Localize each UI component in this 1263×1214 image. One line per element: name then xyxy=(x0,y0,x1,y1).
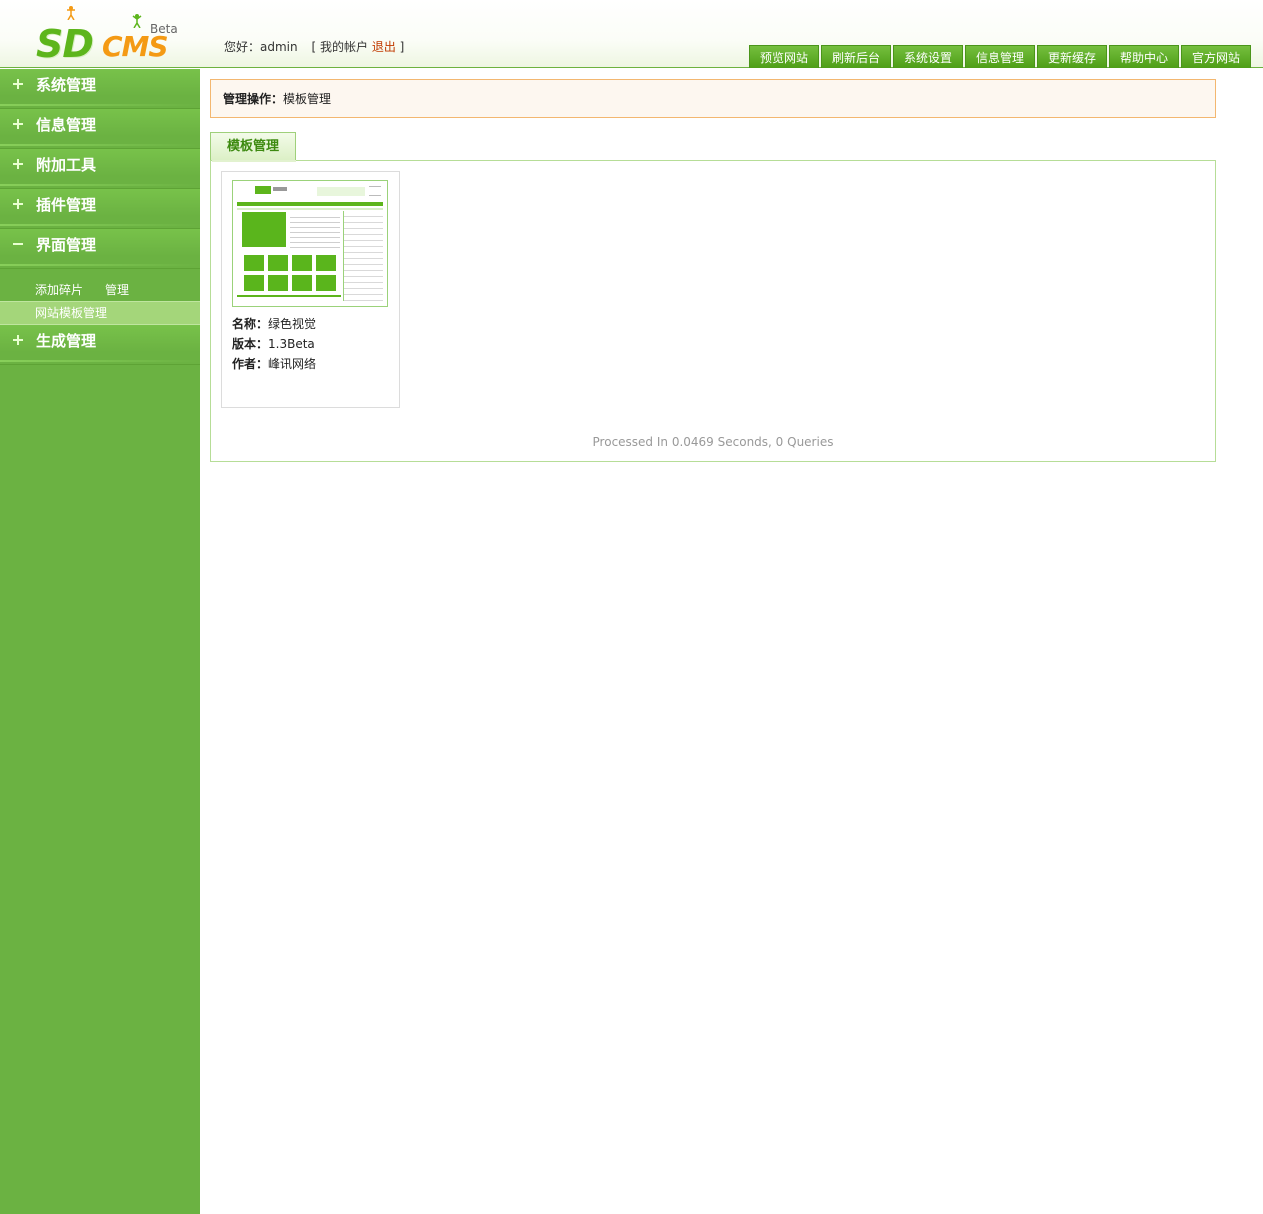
bracket-open: [ xyxy=(311,40,317,54)
plus-icon xyxy=(13,79,23,89)
topnav-help-center[interactable]: 帮助中心 xyxy=(1109,45,1179,68)
sidebar-subrow-fragments: 添加碎片 管理 xyxy=(0,279,200,301)
logo-figure-icon xyxy=(132,14,142,28)
thumbnail-text-lines xyxy=(290,213,340,249)
thumbnail-logo xyxy=(255,186,271,194)
minus-icon xyxy=(13,239,23,249)
sidebar-item-add-fragment[interactable]: 添加碎片 xyxy=(35,283,83,297)
thumbnail-footer xyxy=(237,295,341,297)
sidebar-group-info[interactable]: 信息管理 xyxy=(0,109,200,149)
template-version-row: 版本：1.3Beta xyxy=(232,334,316,354)
topnav-refresh-admin[interactable]: 刷新后台 xyxy=(821,45,891,68)
sidebar-group-interface[interactable]: 界面管理 xyxy=(0,229,200,269)
template-version: 1.3Beta xyxy=(268,337,315,351)
sidebar-group-label: 信息管理 xyxy=(36,116,97,134)
sidebar-item-fragment-manage[interactable]: 管理 xyxy=(105,283,129,297)
header: SD CMS Beta 您好：admin [ 我的帐户 退出 ] 预览网站 刷新… xyxy=(0,0,1263,68)
thumbnail-image-grid xyxy=(244,255,342,291)
thumbnail-logo-text xyxy=(273,187,287,191)
topnav-info-manage[interactable]: 信息管理 xyxy=(965,45,1035,68)
template-info: 名称：绿色视觉 版本：1.3Beta 作者：峰讯网络 xyxy=(232,314,316,374)
tab-template-manage[interactable]: 模板管理 xyxy=(210,132,296,160)
thumbnail-subnav xyxy=(237,208,383,210)
plus-icon xyxy=(13,119,23,129)
sidebar-group-tools[interactable]: 附加工具 xyxy=(0,149,200,189)
operation-bar: 管理操作：模板管理 xyxy=(210,79,1216,118)
sidebar-submenu-interface: 添加碎片 管理 网站模板管理 xyxy=(0,269,200,325)
sidebar-item-site-template-manage[interactable]: 网站模板管理 xyxy=(0,301,200,325)
logo-figure-icon xyxy=(67,6,75,20)
username: admin xyxy=(260,40,298,54)
thumbnail-banner xyxy=(317,187,365,196)
topnav-official-site[interactable]: 官方网站 xyxy=(1181,45,1251,68)
template-author-label: 作者： xyxy=(232,357,269,371)
greeting-label: 您好： xyxy=(224,40,261,54)
plus-icon xyxy=(13,199,23,209)
sidebar-group-label: 生成管理 xyxy=(36,332,97,350)
logo-beta-badge: Beta xyxy=(150,22,178,36)
template-author: 峰讯网络 xyxy=(268,357,317,371)
top-nav: 预览网站 刷新后台 系统设置 信息管理 更新缓存 帮助中心 官方网站 xyxy=(749,45,1251,68)
logo-text-sd: SD xyxy=(36,22,94,66)
topnav-update-cache[interactable]: 更新缓存 xyxy=(1037,45,1107,68)
thumbnail-links xyxy=(369,186,381,196)
thumbnail-nav xyxy=(237,202,383,206)
processed-time-note: Processed In 0.0469 Seconds, 0 Queries xyxy=(592,435,834,449)
welcome-bar: 您好：admin [ 我的帐户 退出 ] xyxy=(224,38,404,55)
thumbnail-header xyxy=(237,184,383,196)
template-thumbnail[interactable] xyxy=(232,180,388,307)
tab-connector xyxy=(212,160,296,162)
logo[interactable]: SD CMS Beta xyxy=(36,4,186,66)
logout-link[interactable]: 退出 xyxy=(372,40,396,54)
template-author-row: 作者：峰讯网络 xyxy=(232,354,316,374)
template-name-label: 名称： xyxy=(232,317,269,331)
sidebar-item-label: 网站模板管理 xyxy=(35,306,108,320)
template-name: 绿色视觉 xyxy=(268,317,317,331)
sidebar-group-generate[interactable]: 生成管理 xyxy=(0,325,200,365)
sidebar-group-system[interactable]: 系统管理 xyxy=(0,69,200,109)
template-panel: 名称：绿色视觉 版本：1.3Beta 作者：峰讯网络 Processed In … xyxy=(210,160,1216,462)
sidebar-group-label: 附加工具 xyxy=(36,156,97,174)
thumbnail-feature-image xyxy=(242,212,286,247)
plus-icon xyxy=(13,159,23,169)
template-version-label: 版本： xyxy=(232,337,269,351)
topnav-preview-site[interactable]: 预览网站 xyxy=(749,45,819,68)
sidebar-group-plugins[interactable]: 插件管理 xyxy=(0,189,200,229)
template-card: 名称：绿色视觉 版本：1.3Beta 作者：峰讯网络 xyxy=(221,171,400,408)
template-name-row: 名称：绿色视觉 xyxy=(232,314,316,334)
main-content: 管理操作：模板管理 模板管理 名称：绿色视觉 版本：1.3Beta 作者：峰讯网… xyxy=(210,79,1216,462)
sidebar-group-label: 插件管理 xyxy=(36,196,97,214)
sidebar-group-label: 系统管理 xyxy=(36,76,97,94)
sidebar-group-label: 界面管理 xyxy=(36,236,97,254)
operation-label: 管理操作： xyxy=(223,92,284,106)
topnav-system-settings[interactable]: 系统设置 xyxy=(893,45,963,68)
my-account-link[interactable]: 我的帐户 xyxy=(320,40,368,54)
bracket-close: ] xyxy=(399,40,405,54)
plus-icon xyxy=(13,335,23,345)
thumbnail-right-column xyxy=(343,211,383,301)
operation-value: 模板管理 xyxy=(283,92,332,106)
tab-row: 模板管理 xyxy=(210,132,1216,160)
sidebar: 系统管理 信息管理 附加工具 插件管理 界面管理 添加碎片 管理 网站模板管理 生… xyxy=(0,69,200,1214)
